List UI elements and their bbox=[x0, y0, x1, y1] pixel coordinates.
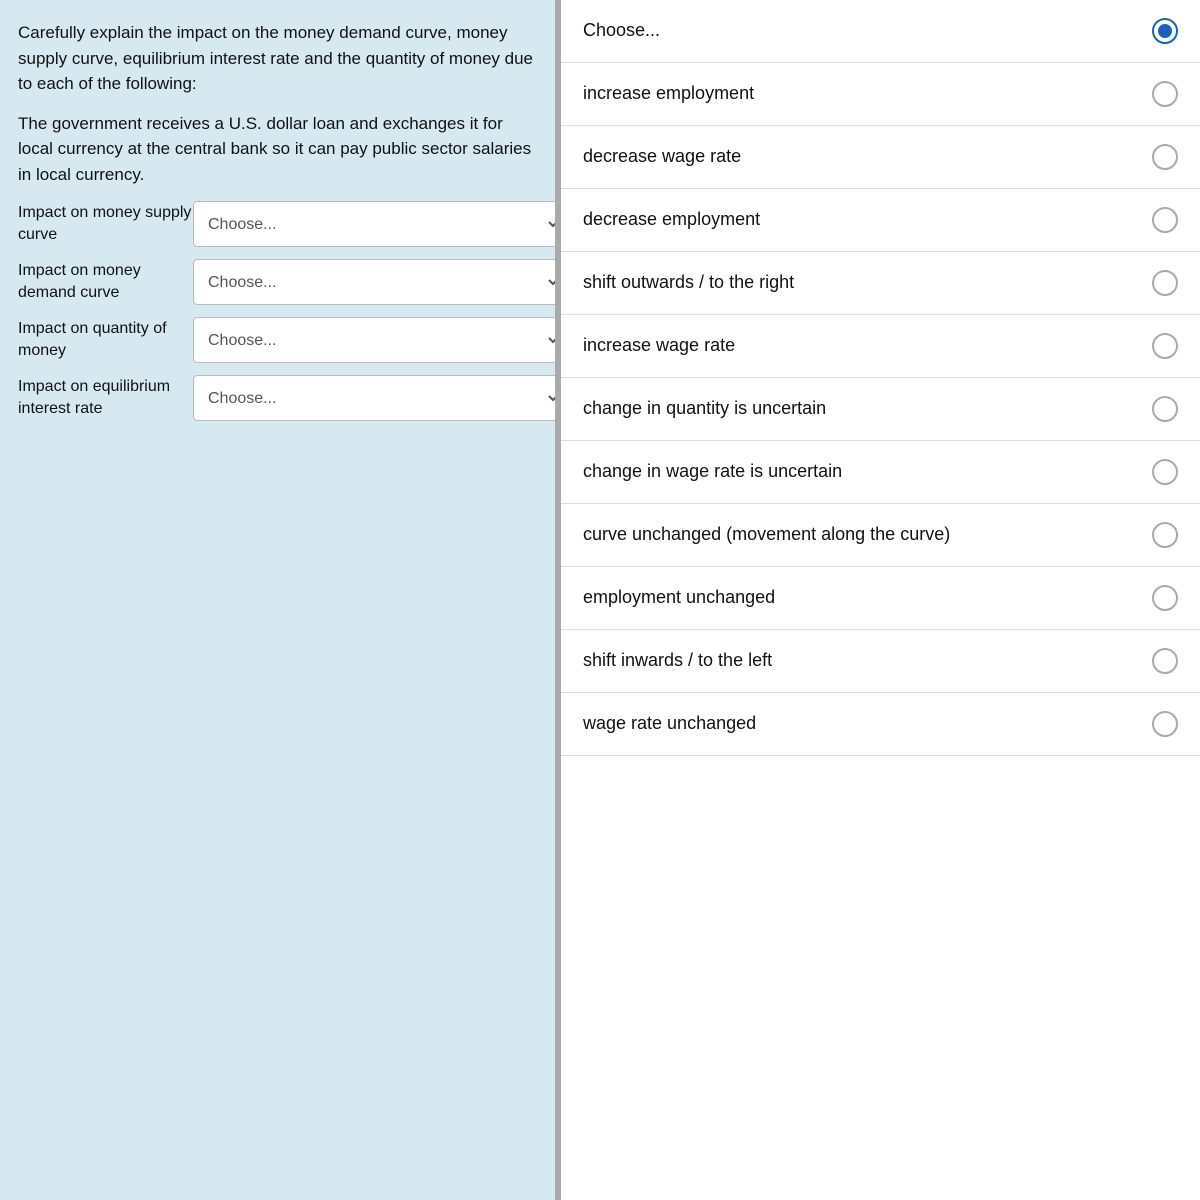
radio-circle-5 bbox=[1152, 333, 1178, 359]
radio-label-6: change in quantity is uncertain bbox=[583, 396, 1138, 421]
radio-label-7: change in wage rate is uncertain bbox=[583, 459, 1138, 484]
radio-circle-3 bbox=[1152, 207, 1178, 233]
radio-label-9: employment unchanged bbox=[583, 585, 1138, 610]
radio-option-7[interactable]: change in wage rate is uncertain bbox=[561, 441, 1200, 504]
radio-option-5[interactable]: increase wage rate bbox=[561, 315, 1200, 378]
impact-label-equilibrium: Impact on equilibrium interest rate bbox=[18, 376, 193, 421]
select-money-supply[interactable]: Choose... increase employment decrease w… bbox=[193, 201, 562, 247]
radio-circle-7 bbox=[1152, 459, 1178, 485]
impact-row-equilibrium: Impact on equilibrium interest rate Choo… bbox=[18, 375, 537, 421]
radio-option-3[interactable]: decrease employment bbox=[561, 189, 1200, 252]
radio-label-4: shift outwards / to the right bbox=[583, 270, 1138, 295]
impact-label-quantity: Impact on quantity of money bbox=[18, 318, 193, 363]
radio-option-6[interactable]: change in quantity is uncertain bbox=[561, 378, 1200, 441]
description-2: The government receives a U.S. dollar lo… bbox=[18, 111, 537, 188]
radio-label-8: curve unchanged (movement along the curv… bbox=[583, 522, 1138, 547]
radio-label-1: increase employment bbox=[583, 81, 1138, 106]
select-quantity[interactable]: Choose... increase employment decrease w… bbox=[193, 317, 562, 363]
radio-label-2: decrease wage rate bbox=[583, 144, 1138, 169]
impact-row-quantity: Impact on quantity of money Choose... in… bbox=[18, 317, 537, 363]
radio-label-5: increase wage rate bbox=[583, 333, 1138, 358]
impact-row-money-supply: Impact on money supply curve Choose... i… bbox=[18, 201, 537, 247]
radio-label-0: Choose... bbox=[583, 18, 1138, 43]
description-1: Carefully explain the impact on the mone… bbox=[18, 20, 537, 97]
select-equilibrium[interactable]: Choose... increase employment decrease w… bbox=[193, 375, 562, 421]
radio-label-10: shift inwards / to the left bbox=[583, 648, 1138, 673]
impact-row-money-demand: Impact on money demand curve Choose... i… bbox=[18, 259, 537, 305]
select-money-demand[interactable]: Choose... increase employment decrease w… bbox=[193, 259, 562, 305]
radio-circle-4 bbox=[1152, 270, 1178, 296]
radio-circle-0 bbox=[1152, 18, 1178, 44]
radio-circle-6 bbox=[1152, 396, 1178, 422]
radio-option-1[interactable]: increase employment bbox=[561, 63, 1200, 126]
radio-option-0[interactable]: Choose... bbox=[561, 0, 1200, 63]
radio-option-11[interactable]: wage rate unchanged bbox=[561, 693, 1200, 756]
radio-option-9[interactable]: employment unchanged bbox=[561, 567, 1200, 630]
radio-option-4[interactable]: shift outwards / to the right bbox=[561, 252, 1200, 315]
right-panel: Choose... increase employment decrease wag… bbox=[561, 0, 1200, 1200]
radio-circle-10 bbox=[1152, 648, 1178, 674]
radio-option-8[interactable]: curve unchanged (movement along the curv… bbox=[561, 504, 1200, 567]
left-panel: Carefully explain the impact on the mone… bbox=[0, 0, 555, 1200]
radio-option-2[interactable]: decrease wage rate bbox=[561, 126, 1200, 189]
radio-circle-9 bbox=[1152, 585, 1178, 611]
radio-label-11: wage rate unchanged bbox=[583, 711, 1138, 736]
radio-circle-8 bbox=[1152, 522, 1178, 548]
radio-circle-11 bbox=[1152, 711, 1178, 737]
impact-label-money-supply: Impact on money supply curve bbox=[18, 202, 193, 247]
radio-label-3: decrease employment bbox=[583, 207, 1138, 232]
radio-option-10[interactable]: shift inwards / to the left bbox=[561, 630, 1200, 693]
impact-label-money-demand: Impact on money demand curve bbox=[18, 260, 193, 305]
radio-circle-2 bbox=[1152, 144, 1178, 170]
radio-circle-1 bbox=[1152, 81, 1178, 107]
